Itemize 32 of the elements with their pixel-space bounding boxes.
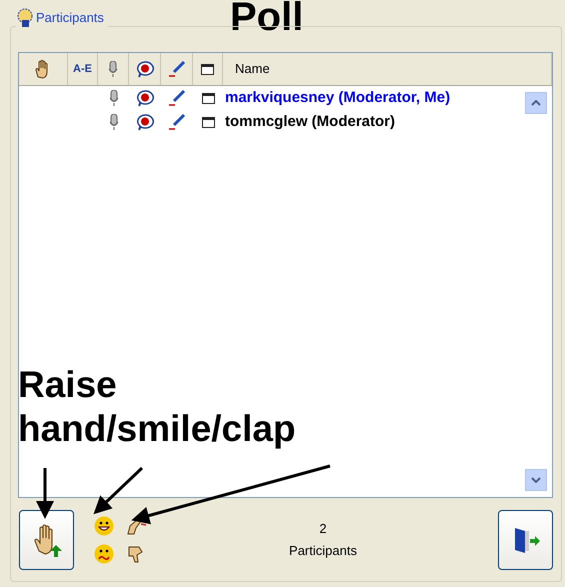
speech-bubble-icon — [136, 114, 154, 130]
speech-bubble-icon — [136, 90, 154, 106]
microphone-icon — [108, 114, 118, 130]
participant-count-label: Participants — [289, 542, 357, 560]
panel-legend: Participants — [36, 8, 104, 28]
participant-name[interactable]: markviquesney (Moderator, Me) — [223, 86, 450, 110]
column-header[interactable]: Name — [223, 53, 552, 85]
speech-bubble-icon — [136, 60, 154, 78]
window-icon — [201, 64, 214, 74]
annotation-arrow — [36, 468, 54, 519]
participant-name[interactable]: tommcglew (Moderator) — [223, 110, 396, 134]
microphone-icon — [108, 90, 118, 106]
chevron-down-icon — [531, 477, 541, 483]
pen-icon — [168, 114, 186, 130]
leave-button[interactable] — [498, 510, 553, 570]
microphone-icon — [108, 61, 118, 77]
participant-count: 2 — [319, 520, 327, 538]
annotation-label: hand/smile/clap — [18, 407, 296, 451]
pen-icon — [168, 90, 186, 106]
smiley-icon[interactable] — [94, 516, 114, 536]
annotation-label: Raise — [18, 363, 118, 407]
sad-face-icon[interactable] — [94, 544, 114, 564]
scroll-down-button[interactable] — [525, 469, 547, 491]
participant-icon — [16, 8, 34, 28]
column-header[interactable]: A-E — [68, 53, 98, 85]
scroll-up-button[interactable] — [525, 92, 547, 114]
window-icon — [202, 116, 214, 128]
chevron-up-icon — [531, 100, 541, 106]
raise-hand-button[interactable] — [19, 510, 74, 570]
annotation-title: Poll — [230, 0, 304, 37]
pen-icon — [168, 61, 186, 77]
window-icon — [202, 92, 214, 104]
